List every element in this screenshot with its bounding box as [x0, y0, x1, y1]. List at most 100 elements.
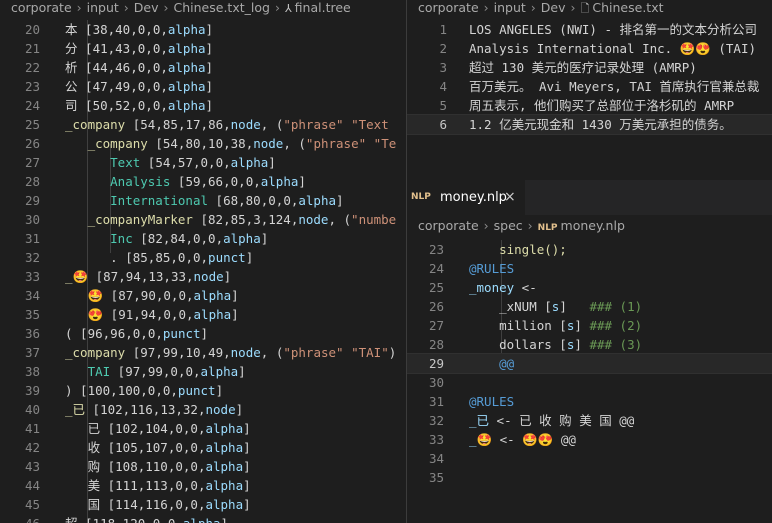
line-number: 46	[0, 514, 40, 523]
code-line[interactable]: 28 dollars [s] ### (3)	[407, 335, 772, 354]
line-number: 34	[428, 451, 444, 466]
line-number: 24	[428, 261, 444, 276]
line-number: 32	[428, 413, 444, 428]
line-number: 35	[24, 307, 40, 322]
breadcrumb-item[interactable]: corporate	[418, 218, 479, 233]
tab-money-nlp[interactable]: NLP money.nlp ×	[407, 180, 525, 216]
breadcrumb-item[interactable]: money.nlp	[561, 218, 625, 233]
line-number: 23	[428, 242, 444, 257]
code-line[interactable]: 21 分 [41,43,0,0,alpha]	[0, 39, 406, 58]
code-line[interactable]: 26 _company [54,80,10,38,node, ("phrase"…	[0, 134, 406, 153]
code-line[interactable]: 35 😍 [91,94,0,0,alpha]	[0, 305, 406, 324]
breadcrumb: corporate › input › Dev › 🗋 Chinese.txt	[407, 0, 772, 18]
line-text: dollars [s] ### (3)	[469, 337, 643, 352]
right-bottom-editor-pane[interactable]: NLP money.nlp × corporate › spec › NLP money.…	[407, 180, 772, 523]
right-top-editor-pane[interactable]: corporate › input › Dev › 🗋 Chinese.txt 1 LOS AN…	[407, 0, 772, 170]
code-line[interactable]: 24 @RULES	[407, 259, 772, 278]
code-line[interactable]: 24 司 [50,52,0,0,alpha]	[0, 96, 406, 115]
line-number: 44	[24, 478, 40, 493]
breadcrumb-item[interactable]: final.tree	[295, 0, 351, 15]
code-line[interactable]: 25 _company [54,85,17,86,node, ("phrase" …	[0, 115, 406, 134]
code-line[interactable]: 41 已 [102,104,0,0,alpha]	[0, 419, 406, 438]
tab-label: money.nlp	[440, 190, 507, 205]
breadcrumb-item[interactable]: corporate	[418, 0, 479, 15]
breadcrumb: corporate › spec › NLP money.nlp	[407, 215, 772, 237]
line-number: 22	[24, 60, 40, 75]
code-line[interactable]: 27 million [s] ### (2)	[407, 316, 772, 335]
line-text: 分 [41,43,0,0,alpha]	[65, 41, 214, 56]
line-text: _company [54,80,10,38,node, ("phrase" "T…	[87, 136, 397, 151]
code-line[interactable]: 31 Inc [82,84,0,0,alpha]	[0, 229, 406, 248]
line-text: TAI [97,99,0,0,alpha]	[87, 364, 246, 379]
code-line[interactable]: 31 @RULES	[407, 392, 772, 411]
code-area[interactable]: 23 single(); 24 @RULES 25 _money <- 26 _xNUM …	[407, 240, 772, 487]
breadcrumb-item[interactable]: Chinese.txt	[592, 0, 663, 15]
code-line[interactable]: 5 周五表示, 他们购买了总部位于洛杉矶的 AMRP	[407, 96, 772, 115]
code-line[interactable]: 34	[407, 449, 772, 468]
code-line[interactable]: 36 ( [96,96,0,0,punct]	[0, 324, 406, 343]
breadcrumb-item[interactable]: corporate	[11, 0, 72, 15]
code-area[interactable]: 20 本 [38,40,0,0,alpha] 21 分 [41,43,0,0,alph…	[0, 20, 406, 523]
code-line[interactable]: 30 _companyMarker [82,85,3,124,node, ("n…	[0, 210, 406, 229]
code-line[interactable]: 26 _xNUM [s] ### (1)	[407, 297, 772, 316]
code-line[interactable]: 33 _🤩 [87,94,13,33,node]	[0, 267, 406, 286]
line-number: 39	[24, 383, 40, 398]
code-line[interactable]: 30	[407, 373, 772, 392]
code-line[interactable]: 1 LOS ANGELES (NWI) - 排名第一的文本分析公司	[407, 20, 772, 39]
code-line[interactable]: 40 _已 [102,116,13,32,node]	[0, 400, 406, 419]
code-line[interactable]: 42 收 [105,107,0,0,alpha]	[0, 438, 406, 457]
line-number: 38	[24, 364, 40, 379]
code-line[interactable]: 32 . [85,85,0,0,punct]	[0, 248, 406, 267]
line-text: 国 [114,116,0,0,alpha]	[65, 497, 251, 512]
line-number: 31	[24, 231, 40, 246]
breadcrumb-item[interactable]: Chinese.txt_log	[174, 0, 270, 15]
line-number: 25	[428, 280, 444, 295]
code-line[interactable]: 22 析 [44,46,0,0,alpha]	[0, 58, 406, 77]
code-line[interactable]: 20 本 [38,40,0,0,alpha]	[0, 20, 406, 39]
line-text: _company [54,85,17,86,node, ("phrase" "T…	[65, 117, 389, 132]
breadcrumb-item[interactable]: input	[87, 0, 119, 15]
code-line[interactable]: 23 公 [47,49,0,0,alpha]	[0, 77, 406, 96]
nlp-file-icon: NLP	[411, 192, 431, 202]
line-number: 3	[439, 60, 447, 75]
line-number: 30	[24, 212, 40, 227]
code-line[interactable]: 37 _company [97,99,10,49,node, ("phrase" …	[0, 343, 406, 362]
code-line[interactable]: 43 购 [108,110,0,0,alpha]	[0, 457, 406, 476]
line-number: 24	[24, 98, 40, 113]
line-number: 5	[439, 98, 447, 113]
code-line[interactable]: 28 Analysis [59,66,0,0,alpha]	[0, 172, 406, 191]
chevron-right-icon: ›	[530, 0, 536, 15]
code-line[interactable]: 29 @@	[407, 353, 772, 374]
line-text: 公 [47,49,0,0,alpha]	[65, 79, 214, 94]
line-number: 25	[24, 117, 40, 132]
line-number: 32	[24, 250, 40, 265]
code-line[interactable]: 3 超过 130 美元的医疗记录处理 (AMRP)	[407, 58, 772, 77]
line-number: 42	[24, 440, 40, 455]
code-line[interactable]: 29 International [68,80,0,0,alpha]	[0, 191, 406, 210]
code-line[interactable]: 6 1.2 亿美元现金和 1430 万美元承担的债务。	[407, 114, 772, 135]
breadcrumb-item[interactable]: Dev	[134, 0, 159, 15]
code-line[interactable]: 23 single();	[407, 240, 772, 259]
code-line[interactable]: 33 _🤩 <- 🤩😍 @@	[407, 430, 772, 449]
code-line[interactable]: 34 🤩 [87,90,0,0,alpha]	[0, 286, 406, 305]
close-icon[interactable]: ×	[504, 189, 516, 205]
line-text: 周五表示, 他们购买了总部位于洛杉矶的 AMRP	[469, 98, 735, 113]
code-area[interactable]: 1 LOS ANGELES (NWI) - 排名第一的文本分析公司 2 Analysi…	[407, 20, 772, 135]
code-line[interactable]: 4 百万美元。 Avi Meyers, TAI 首席执行官兼总裁	[407, 77, 772, 96]
breadcrumb-item[interactable]: input	[494, 0, 526, 15]
code-line[interactable]: 25 _money <-	[407, 278, 772, 297]
code-line[interactable]: 2 Analysis International Inc. 🤩😍 (TAI)	[407, 39, 772, 58]
code-line[interactable]: 45 国 [114,116,0,0,alpha]	[0, 495, 406, 514]
code-line[interactable]: 27 Text [54,57,0,0,alpha]	[0, 153, 406, 172]
breadcrumb-item[interactable]: spec	[494, 218, 523, 233]
code-line[interactable]: 44 美 [111,113,0,0,alpha]	[0, 476, 406, 495]
code-line[interactable]: 32 _已 <- 已 收 购 美 国 @@	[407, 411, 772, 430]
code-line[interactable]: 38 TAI [97,99,0,0,alpha]	[0, 362, 406, 381]
code-line[interactable]: 46 超 [118,120,0,0,alpha]	[0, 514, 406, 523]
breadcrumb-item[interactable]: Dev	[541, 0, 566, 15]
code-line[interactable]: 35	[407, 468, 772, 487]
left-editor-pane[interactable]: corporate › input › Dev › Chinese.txt_log › ⅄ fin…	[0, 0, 406, 523]
line-text: 已 [102,104,0,0,alpha]	[65, 421, 251, 436]
line-text: 美 [111,113,0,0,alpha]	[65, 478, 251, 493]
code-line[interactable]: 39) [100,100,0,0,punct]	[0, 381, 406, 400]
